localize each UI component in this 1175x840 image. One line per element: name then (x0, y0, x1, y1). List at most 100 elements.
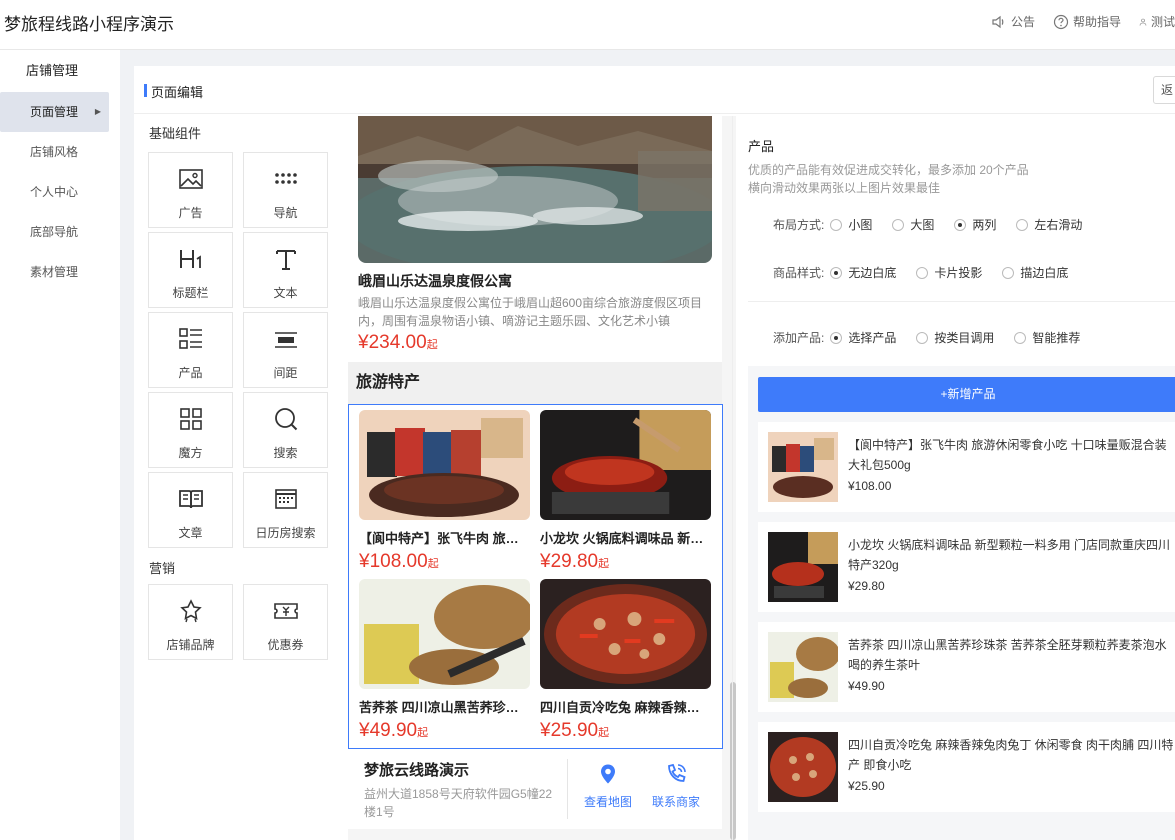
top-actions: 公告 帮助指导 测试 (991, 13, 1175, 30)
main-panel: 页面编辑 返回 基础组件 广告 导航 标题栏 文本 产品 (134, 66, 1175, 840)
spacing-icon (275, 332, 297, 348)
component-product[interactable]: 产品 (148, 312, 233, 388)
layout-option[interactable]: 小图 (830, 216, 872, 233)
radio-dot (1016, 218, 1029, 231)
product-grid[interactable]: 【阆中特产】张飞牛肉 旅游休闲零食小吃 十口味量贩混合装大礼包500g ¥108… (348, 404, 723, 749)
selected-product-item[interactable]: 【阆中特产】张飞牛肉 旅游休闲零食小吃 十口味量贩混合装大礼包500g ¥108… (758, 422, 1175, 512)
caret-right-icon: ▶ (94, 107, 101, 116)
radio-dot (830, 218, 843, 231)
component-brand[interactable]: 店铺品牌 (148, 584, 233, 660)
selected-product-title: 苦荞茶 四川凉山黑苦荞珍珠茶 苦荞茶全胚芽颗粒荞麦茶泡水喝的养生茶叶 (848, 638, 1167, 672)
component-search[interactable]: 搜索 (243, 392, 328, 468)
component-article[interactable]: 文章 (148, 472, 233, 548)
selected-product-item[interactable]: 小龙坎 火锅底料调味品 新型颗粒一料多用 门店同款重庆四川特产320g ¥29.… (758, 522, 1175, 612)
user-menu[interactable]: 测试 (1139, 13, 1175, 30)
main-header: 页面编辑 返回 (134, 66, 1175, 114)
layout-option[interactable]: 两列 (954, 216, 996, 233)
price-value: 108.00 (369, 551, 428, 572)
sidebar-item-material[interactable]: 素材管理 (0, 252, 120, 292)
product-card[interactable]: 【阆中特产】张飞牛肉 旅游休闲零食小吃 十口味量贩混合装大礼包500g ¥108… (359, 410, 530, 573)
product-image (359, 410, 530, 520)
currency: ¥ (540, 551, 551, 572)
basic-components-title: 基础组件 (149, 126, 202, 141)
back-button[interactable]: 返回 (1153, 76, 1175, 104)
radio-dot (916, 331, 929, 344)
radio-dot (1002, 266, 1015, 279)
sidebar-item-shop-style[interactable]: 店铺风格 (0, 132, 120, 172)
product-name: 苦荞茶 四川凉山黑苦荞珍珠茶 苦荞茶全胚芽颗粒荞麦茶泡水喝的养生茶叶 (359, 700, 530, 715)
add-option[interactable]: 按类目调用 (916, 329, 994, 346)
price-value: 29.80 (550, 551, 599, 572)
style-row: 商品样式: 无边白底 卡片投影 描边白底 (773, 264, 1088, 281)
component-label: 文本 (273, 286, 298, 300)
page-title: 页面编辑 (151, 85, 204, 100)
component-cube[interactable]: 魔方 (148, 392, 233, 468)
currency: ¥ (359, 551, 370, 572)
component-label: 魔方 (178, 446, 203, 460)
sidebar-item-page-manage[interactable]: 页面管理 ▶ (0, 92, 109, 132)
component-calendar-search[interactable]: 日历房搜索 (243, 472, 328, 548)
radio-dot (1014, 331, 1027, 344)
style-option[interactable]: 无边白底 (830, 264, 896, 281)
help-icon (1053, 14, 1069, 29)
product-price: ¥25.90起 (540, 720, 712, 742)
phone-icon (668, 763, 686, 782)
search-icon (275, 408, 298, 431)
selected-product-title: 【阆中特产】张飞牛肉 旅游休闲零食小吃 十口味量贩混合装大礼包500g (848, 438, 1167, 472)
product-name: 小龙坎 火锅底料调味品 新型颗粒一料多用 门店同款重庆四川特产320g (540, 531, 712, 546)
selected-product-item[interactable]: 苦荞茶 四川凉山黑苦荞珍珠茶 苦荞茶全胚芽颗粒荞麦茶泡水喝的养生茶叶 ¥49.9… (758, 622, 1175, 712)
section-title: 旅游特产 (348, 362, 722, 404)
app-title: 梦旅程线路小程序演示 (4, 15, 174, 34)
add-option[interactable]: 选择产品 (830, 329, 896, 346)
layout-row: 布局方式: 小图 大图 两列 左右滑动 (773, 216, 1102, 233)
hotel-card[interactable]: 峨眉山乐达温泉度假公寓 峨眉山乐达温泉度假公寓位于峨眉山超600亩综合旅游度假区… (348, 116, 722, 362)
product-card[interactable]: 苦荞茶 四川凉山黑苦荞珍珠茶 苦荞茶全胚芽颗粒荞麦茶泡水喝的养生茶叶 ¥49.9… (359, 579, 530, 742)
component-coupon[interactable]: 优惠券 (243, 584, 328, 660)
sidebar-item-personal-center[interactable]: 个人中心 (0, 172, 120, 212)
product-name: 四川自贡冷吃兔 麻辣香辣兔肉兔丁 休闲零食 肉干肉脯 四川特产 即食小吃 (540, 700, 712, 715)
selected-product-title: 四川自贡冷吃兔 麻辣香辣兔肉兔丁 休闲零食 肉干肉脯 四川特产 即食小吃 (848, 738, 1174, 772)
component-ad[interactable]: 广告 (148, 152, 233, 228)
view-map-button[interactable]: 查看地图 (584, 763, 632, 810)
add-option[interactable]: 智能推荐 (1014, 329, 1080, 346)
add-product-button[interactable]: +新增产品 (758, 377, 1175, 412)
radio-label: 卡片投影 (934, 266, 983, 280)
layout-option[interactable]: 大图 (892, 216, 934, 233)
component-label: 产品 (178, 366, 203, 380)
layout-option[interactable]: 左右滑动 (1016, 216, 1082, 233)
product-price: ¥108.00起 (359, 551, 530, 573)
style-option[interactable]: 卡片投影 (916, 264, 982, 281)
settings-separator (748, 301, 1175, 302)
settings-panel: 产品 优质的产品能有效促进成交转化，最多添加 20个产品 横向滑动效果两张以上图… (732, 116, 1175, 840)
style-label: 商品样式: (773, 266, 825, 280)
announcement-link[interactable]: 公告 (991, 13, 1035, 30)
contact-merchant-button[interactable]: 联系商家 (652, 763, 700, 810)
hotel-price: ¥234.00起 (358, 332, 712, 354)
settings-desc: 优质的产品能有效促进成交转化，最多添加 20个产品 横向滑动效果两张以上图片效果… (748, 161, 1029, 197)
map-pin-icon (601, 764, 615, 784)
component-label: 文章 (178, 526, 203, 540)
component-heading[interactable]: 标题栏 (148, 232, 233, 308)
style-option[interactable]: 描边白底 (1002, 264, 1068, 281)
book-icon (179, 490, 203, 509)
radio-label: 智能推荐 (1032, 331, 1081, 345)
help-link[interactable]: 帮助指导 (1053, 13, 1121, 30)
calendar-icon (275, 489, 297, 509)
sidebar-item-bottom-nav[interactable]: 底部导航 (0, 212, 120, 252)
currency: ¥ (540, 720, 551, 741)
product-image (540, 579, 711, 689)
component-text[interactable]: 文本 (243, 232, 328, 308)
coupon-icon (274, 603, 298, 619)
sidebar: 店铺管理 页面管理 ▶ 店铺风格 个人中心 底部导航 素材管理 (0, 50, 120, 840)
radio-dot (892, 218, 905, 231)
user-icon (1139, 18, 1147, 26)
hotel-image (358, 116, 712, 263)
selected-product-item[interactable]: 四川自贡冷吃兔 麻辣香辣兔肉兔丁 休闲零食 肉干肉脯 四川特产 即食小吃 ¥25… (758, 722, 1175, 812)
product-card[interactable]: 小龙坎 火锅底料调味品 新型颗粒一料多用 门店同款重庆四川特产320g ¥29.… (540, 410, 712, 573)
radio-label: 两列 (972, 218, 997, 232)
product-card[interactable]: 四川自贡冷吃兔 麻辣香辣兔肉兔丁 休闲零食 肉干肉脯 四川特产 即食小吃 ¥25… (540, 579, 712, 742)
component-nav[interactable]: 导航 (243, 152, 328, 228)
component-spacing[interactable]: 间距 (243, 312, 328, 388)
component-label: 搜索 (273, 446, 298, 460)
price-suffix: 起 (598, 558, 610, 570)
